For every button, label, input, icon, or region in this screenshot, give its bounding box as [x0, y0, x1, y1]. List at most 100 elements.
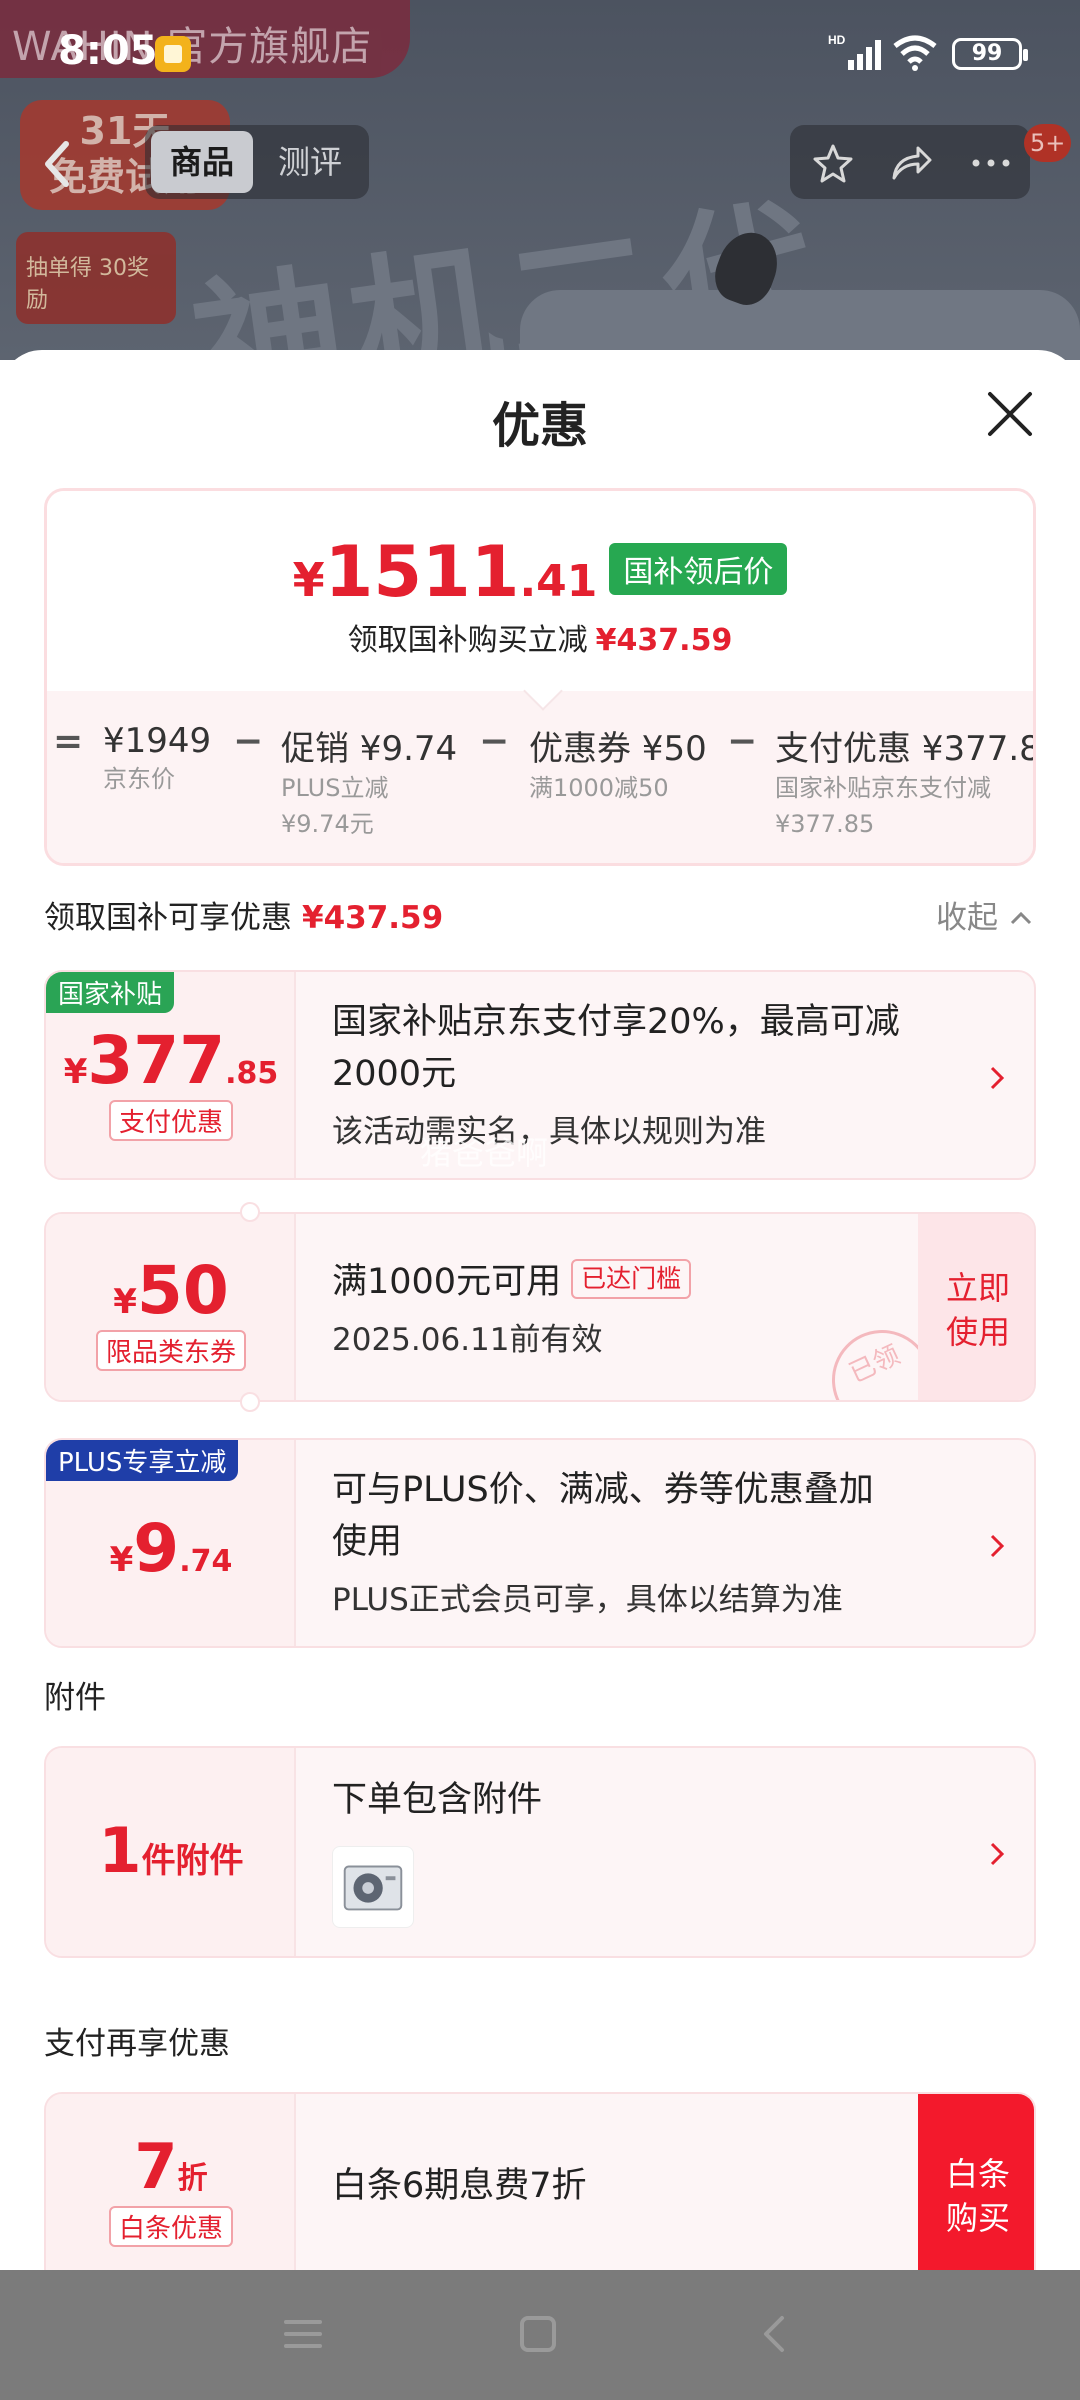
collapse-label: 收起	[936, 900, 998, 936]
gov-subsidy-card[interactable]: 国家补贴 ¥377.85 支付优惠 国家补贴京东支付享20%，最高可减 2000…	[44, 970, 1036, 1180]
gov-subsidy-amount: ¥377.85	[46, 1022, 296, 1099]
final-price-integer: 1511	[324, 531, 520, 613]
gov-subsidy-title: 国家补贴京东支付享20%，最高可减 2000元	[332, 996, 900, 1100]
close-icon[interactable]	[984, 388, 1036, 440]
subsidy-section-amount: ¥437.59	[302, 900, 444, 936]
chevron-right-icon	[990, 1842, 1005, 1866]
subsidy-section-header: 领取国补可享优惠 ¥437.59	[44, 892, 443, 937]
back-icon[interactable]	[754, 2312, 794, 2356]
status-bar: 8:05 HD 99	[0, 0, 1080, 100]
coupon-expiry: 2025.06.11前有效	[332, 1322, 603, 1358]
sheet-title: 优惠	[491, 398, 588, 454]
coupon-type: 限品类东券	[46, 1330, 296, 1371]
coupon-label: 满1000减50	[529, 774, 669, 802]
home-icon[interactable]	[516, 2312, 560, 2356]
accessory-count-unit: 件附件	[141, 1841, 244, 1881]
wifi-icon	[893, 35, 937, 71]
gov-subsidy-title-line2: 2000元	[332, 1054, 457, 1094]
baitiao-discount-unit: 折	[177, 2161, 208, 2196]
coupon-card: ¥50 限品类东券 满1000元可用 已达门槛 2025.06.11前有效 已领 …	[44, 1212, 1036, 1402]
gov-subsidy-tag: 国家补贴	[46, 972, 175, 1013]
plus-discount-amount: ¥9.74	[46, 1510, 296, 1587]
promotion-label: PLUS立减	[281, 774, 389, 802]
threshold-reached-badge: 已达门槛	[571, 1259, 692, 1299]
chevron-up-icon	[1010, 911, 1031, 925]
use-now-button[interactable]: 立即 使用	[918, 1214, 1034, 1400]
gov-subsidy-type-label: 支付优惠	[108, 1100, 233, 1141]
baitiao-card: 7折 白条优惠 白条6期息费7折 白条 购买	[44, 2092, 1036, 2292]
subsidy-reduce-line: 领取国补购买立减 ¥437.59	[47, 615, 1033, 659]
accessory-title: 下单包含附件	[332, 1780, 543, 1820]
gov-subsidy-currency: ¥	[63, 1052, 88, 1092]
coupon-notch-bottom	[240, 1392, 260, 1412]
collapse-toggle[interactable]: 收起	[936, 892, 1034, 937]
product-actions	[790, 125, 1030, 199]
subsidy-reduce-label: 领取国补购买立减	[347, 623, 588, 658]
price-breakdown: = ¥1949 京东价 − 促销 ¥9.74 PLUS立减 ¥9.74元 − 优…	[47, 691, 1033, 863]
price-summary-card: = ¥1949 京东价 − 促销 ¥9.74 PLUS立减 ¥9.74元 − 优…	[44, 488, 1036, 866]
plus-discount-title: 可与PLUS价、满减、券等优惠叠加 使用	[332, 1464, 874, 1568]
baitiao-buy-line2: 购买	[945, 2199, 1010, 2237]
plus-discount-integer: 9	[133, 1510, 180, 1587]
share-icon[interactable]	[888, 142, 934, 184]
back-arrow-icon[interactable]	[28, 128, 88, 200]
baitiao-title: 白条6期息费7折	[332, 2166, 587, 2206]
plus-discount-card[interactable]: PLUS专享立减 ¥9.74 可与PLUS价、满减、券等优惠叠加 使用 PLUS…	[44, 1438, 1036, 1648]
accessory-card[interactable]: 1件附件 下单包含附件	[44, 1746, 1036, 1958]
discount-sheet: 优惠 = ¥1949 京东价 − 促销 ¥9.74 PLUS立减 ¥9.74元 …	[0, 350, 1080, 2292]
coupon-value-integer: 50	[136, 1252, 229, 1329]
coupon-amount: 优惠券 ¥50	[529, 729, 707, 769]
final-price: ¥1511.41 国补领后价	[47, 531, 1033, 613]
jd-price-amount: ¥1949	[103, 721, 212, 761]
coupon-title-line: 满1000元可用 已达门槛	[332, 1256, 692, 1308]
tab-product[interactable]: 商品	[151, 131, 253, 193]
system-navigation-bar	[0, 2270, 1080, 2400]
subsidy-section-label: 领取国补可享优惠	[44, 900, 292, 936]
plus-discount-title-line2: 使用	[332, 1522, 403, 1562]
signal-icon: HD	[828, 33, 881, 70]
battery-icon: 99	[952, 38, 1028, 70]
gov-subsidy-integer: 377	[87, 1022, 226, 1099]
network-type-label: HD	[828, 33, 846, 47]
menu-icon[interactable]	[282, 2312, 324, 2356]
favorite-star-icon[interactable]	[812, 142, 854, 184]
baitiao-buy-line1: 白条	[945, 2155, 1010, 2193]
accessory-count-number: 1	[98, 1814, 142, 1887]
minus-operator: −	[479, 721, 510, 762]
subsidy-reduce-amount: ¥437.59	[595, 623, 733, 658]
payment-discount-detail: ¥377.85	[775, 810, 875, 838]
payment-discount-label: 国家补贴京东支付减	[775, 774, 991, 802]
coupon-type-label: 限品类东券	[95, 1330, 246, 1371]
use-now-line2: 使用	[945, 1313, 1010, 1351]
accessory-section-header: 附件	[44, 1680, 106, 1716]
baitiao-discount: 7折	[46, 2130, 296, 2203]
final-price-currency: ¥	[292, 553, 325, 607]
plus-discount-desc: PLUS正式会员可享，具体以结算为准	[332, 1582, 843, 1618]
coupon-value: ¥50	[46, 1252, 296, 1329]
baitiao-buy-button[interactable]: 白条 购买	[918, 2094, 1034, 2290]
jd-price-label: 京东价	[103, 765, 175, 793]
chevron-right-icon	[990, 1534, 1005, 1558]
status-time: 8:05	[58, 28, 158, 74]
coupon-title: 满1000元可用	[332, 1262, 562, 1302]
gov-subsidy-type: 支付优惠	[46, 1100, 296, 1141]
baitiao-type-label: 白条优惠	[108, 2206, 233, 2247]
accessory-count: 1件附件	[46, 1814, 296, 1887]
gov-subsidy-title-line1: 国家补贴京东支付享20%，最高可减	[332, 1002, 900, 1042]
final-price-area: ¥1511.41 国补领后价 领取国补购买立减 ¥437.59	[47, 491, 1033, 691]
message-count-badge: 5+	[1024, 124, 1072, 162]
product-tab-switch: 商品 测评	[145, 125, 369, 199]
tab-review[interactable]: 测评	[259, 131, 361, 193]
gov-subsidy-decimal: .85	[225, 1056, 279, 1091]
accessory-thumbnail	[332, 1846, 414, 1928]
coupon-currency: ¥	[113, 1282, 137, 1322]
final-price-decimal: .41	[519, 556, 598, 607]
minus-operator: −	[233, 721, 264, 762]
more-menu-icon[interactable]	[968, 142, 1014, 184]
chevron-right-icon	[990, 1066, 1005, 1090]
coupon-notch-top	[240, 1202, 260, 1222]
plus-discount-decimal: .74	[179, 1544, 233, 1579]
gov-subsidy-desc: 该活动需实名，具体以规则为准	[332, 1114, 766, 1150]
baitiao-discount-number: 7	[134, 2130, 178, 2203]
plus-discount-tag: PLUS专享立减	[46, 1440, 239, 1481]
